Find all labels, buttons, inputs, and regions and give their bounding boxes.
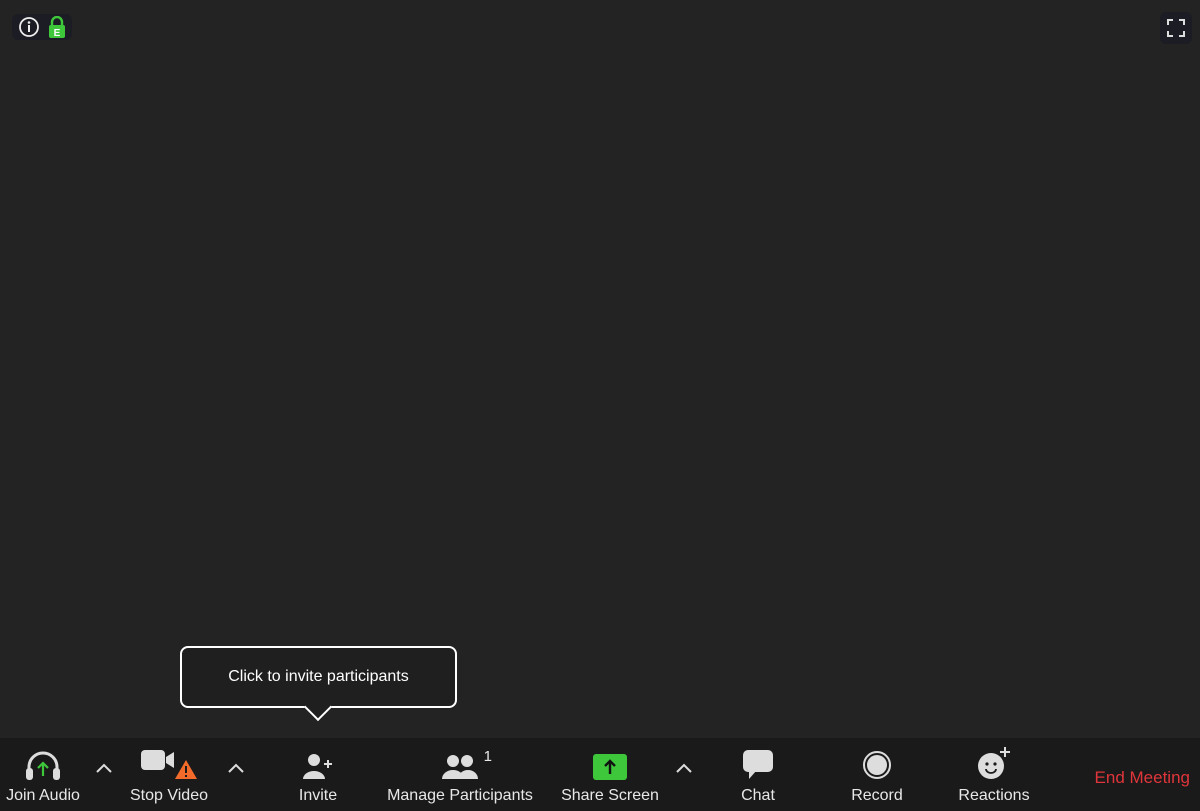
invite-label: Invite — [298, 787, 338, 804]
meeting-toolbar: Join Audio Stop Video Invite 1 Manage Pa… — [0, 738, 1200, 811]
chat-button[interactable]: Chat — [728, 738, 788, 811]
share-screen-icon — [593, 754, 627, 780]
share-screen-label: Share Screen — [561, 787, 659, 804]
info-icon[interactable] — [18, 16, 40, 38]
chat-label: Chat — [741, 787, 775, 804]
record-icon — [863, 751, 891, 779]
stop-video-button[interactable]: Stop Video — [126, 738, 212, 811]
invite-button[interactable]: Invite — [288, 738, 348, 811]
headphones-icon — [26, 751, 60, 780]
manage-participants-label: Manage Participants — [387, 787, 533, 804]
share-screen-button[interactable]: Share Screen — [558, 738, 662, 811]
reactions-label: Reactions — [958, 787, 1030, 804]
video-camera-icon — [141, 750, 197, 779]
record-button[interactable]: Record — [840, 738, 914, 811]
fullscreen-icon — [1167, 19, 1185, 37]
share-options-caret-icon[interactable] — [674, 760, 694, 776]
audio-options-caret-icon[interactable] — [94, 760, 114, 776]
smiley-add-icon — [978, 747, 1010, 779]
end-meeting-button[interactable]: End Meeting — [1095, 768, 1190, 788]
reactions-button[interactable]: Reactions — [952, 738, 1036, 811]
add-person-icon — [303, 754, 332, 779]
invite-tooltip: Click to invite participants — [180, 646, 457, 708]
participant-count-badge: 1 — [483, 748, 492, 765]
stop-video-label: Stop Video — [130, 787, 208, 804]
join-audio-label: Join Audio — [6, 787, 80, 804]
video-options-caret-icon[interactable] — [226, 760, 246, 776]
join-audio-button[interactable]: Join Audio — [2, 738, 84, 811]
record-label: Record — [851, 787, 903, 804]
lock-icon[interactable]: E — [48, 16, 66, 38]
chat-bubble-icon — [743, 750, 773, 779]
participants-icon — [442, 755, 478, 779]
meeting-info-bar: E — [12, 14, 72, 40]
tooltip-text: Click to invite participants — [228, 668, 409, 685]
fullscreen-button[interactable] — [1160, 12, 1192, 44]
svg-text:E: E — [54, 28, 61, 38]
manage-participants-button[interactable]: 1 Manage Participants — [382, 738, 538, 811]
